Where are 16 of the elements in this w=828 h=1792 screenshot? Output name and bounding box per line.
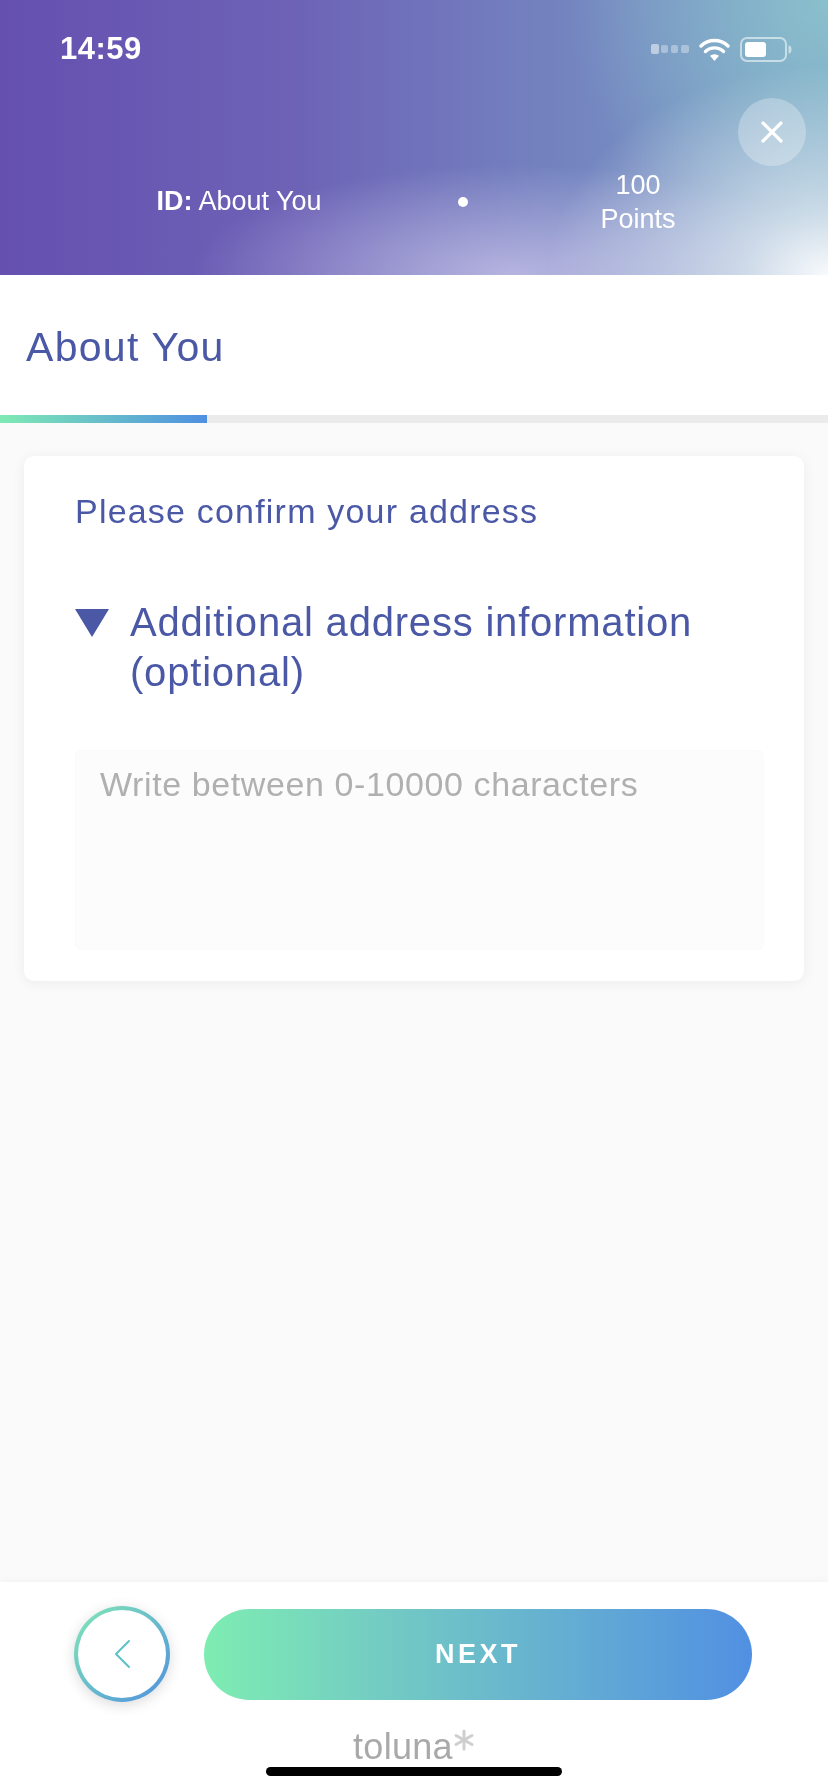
answer-field[interactable]: Write between 0-10000 characters [75,750,764,950]
signal-icon [651,43,689,55]
points-value: 100 [615,169,661,202]
logo-wordmark: toluna [353,1727,453,1767]
battery-icon [740,36,792,62]
section-toggle[interactable]: Additional address information (optional) [75,597,745,697]
question-prompt: Please confirm your address [75,493,539,529]
status-time: 14:59 [60,31,142,67]
page-title: About You [26,323,225,371]
dot-icon [458,197,468,207]
wifi-icon [699,37,730,61]
points-label: Points [600,203,676,236]
close-icon [761,121,783,143]
asterisk-icon [452,1729,475,1751]
step-label: ID: About You [156,185,322,218]
chevron-left-icon [113,1639,131,1669]
